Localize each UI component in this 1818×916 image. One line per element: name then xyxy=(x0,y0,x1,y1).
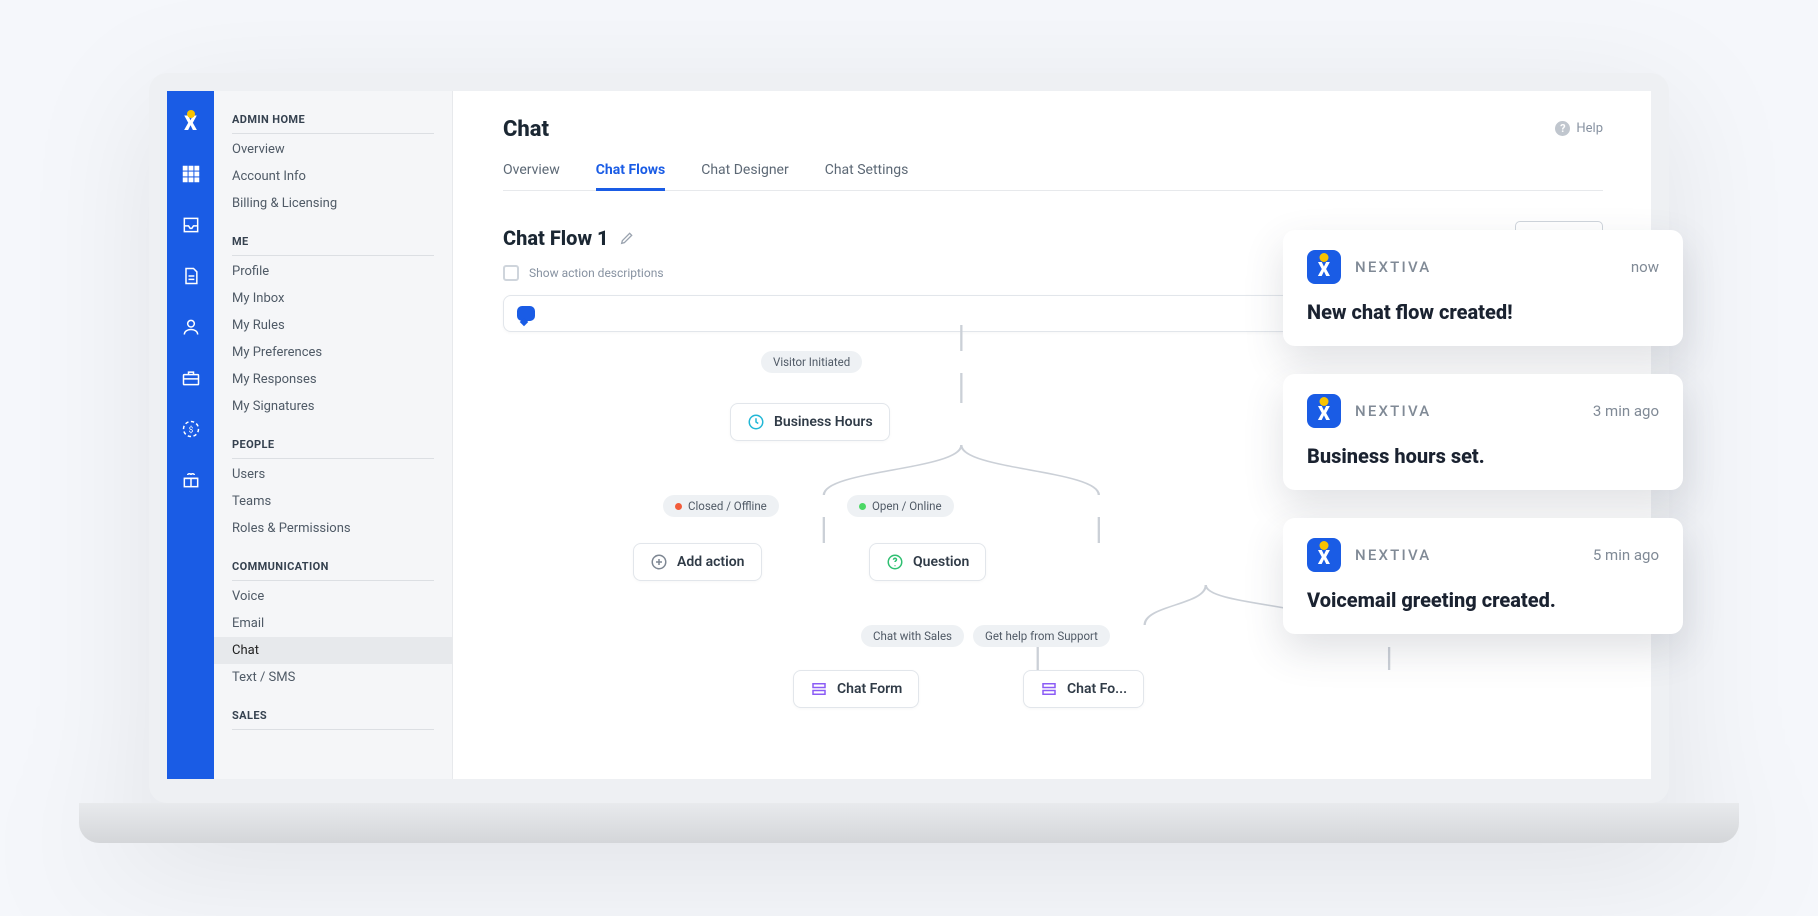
logo-icon[interactable]: X xyxy=(179,111,203,135)
nav-item-email[interactable]: Email xyxy=(232,610,434,637)
nav-heading-communication: COMMUNICATION xyxy=(232,560,434,581)
flow-get-help-pill: Get help from Support xyxy=(973,625,1110,647)
nav-heading-me: ME xyxy=(232,235,434,256)
nav-item-users[interactable]: Users xyxy=(232,461,434,488)
briefcase-icon[interactable] xyxy=(179,366,203,390)
inbox-tray-icon[interactable] xyxy=(179,213,203,237)
notification-logo-icon: X xyxy=(1307,538,1341,572)
flow-chat-form-right-node[interactable]: Chat Fo... xyxy=(1023,670,1144,708)
help-link[interactable]: ? Help xyxy=(1555,121,1603,136)
notification-message: Voicemail greeting created. xyxy=(1307,588,1659,612)
sync-dollar-icon[interactable]: $ xyxy=(179,417,203,441)
nav-heading-admin-home: ADMIN HOME xyxy=(232,113,434,134)
edit-pencil-icon[interactable] xyxy=(619,230,635,246)
person-icon[interactable] xyxy=(179,315,203,339)
tab-chat-settings[interactable]: Chat Settings xyxy=(825,158,909,190)
flow-add-action-node[interactable]: Add action xyxy=(633,543,762,581)
tab-chat-flows[interactable]: Chat Flows xyxy=(596,158,665,190)
notification-card[interactable]: X NEXTIVA 3 min ago Business hours set. xyxy=(1283,374,1683,490)
notification-logo-icon: X xyxy=(1307,250,1341,284)
plus-circle-icon xyxy=(650,553,668,571)
flow-business-hours-node[interactable]: Business Hours xyxy=(730,403,890,441)
page-title: Chat xyxy=(503,117,1603,142)
apps-grid-icon[interactable] xyxy=(179,162,203,186)
tabs: Overview Chat Flows Chat Designer Chat S… xyxy=(503,158,1603,191)
nav-item-overview[interactable]: Overview xyxy=(232,136,434,163)
notification-message: Business hours set. xyxy=(1307,444,1659,468)
notification-time: now xyxy=(1631,258,1659,276)
flow-chat-form-left-node[interactable]: Chat Form xyxy=(793,670,919,708)
question-circle-icon xyxy=(886,553,904,571)
nav-item-text-sms[interactable]: Text / SMS xyxy=(232,664,434,691)
nav-item-roles-permissions[interactable]: Roles & Permissions xyxy=(232,515,434,542)
gift-box-icon[interactable] xyxy=(179,468,203,492)
document-icon[interactable] xyxy=(179,264,203,288)
icon-rail: X $ xyxy=(167,91,214,779)
nav-item-my-signatures[interactable]: My Signatures xyxy=(232,393,434,420)
nav-item-my-responses[interactable]: My Responses xyxy=(232,366,434,393)
notification-from: NEXTIVA xyxy=(1355,546,1431,564)
clock-icon xyxy=(747,413,765,431)
svg-text:$: $ xyxy=(188,424,193,435)
nav-item-voice[interactable]: Voice xyxy=(232,583,434,610)
tab-overview[interactable]: Overview xyxy=(503,158,560,190)
flow-question-node[interactable]: Question xyxy=(869,543,986,581)
notification-logo-icon: X xyxy=(1307,394,1341,428)
flow-closed-offline-pill: Closed / Offline xyxy=(663,495,779,517)
tab-chat-designer[interactable]: Chat Designer xyxy=(701,158,789,190)
notification-time: 5 min ago xyxy=(1593,546,1659,564)
nav-item-chat[interactable]: Chat xyxy=(214,637,452,664)
help-label: Help xyxy=(1576,121,1603,136)
nav-item-account-info[interactable]: Account Info xyxy=(232,163,434,190)
chat-bubble-icon xyxy=(517,306,535,321)
flow-open-online-pill: Open / Online xyxy=(847,495,954,517)
nav-item-profile[interactable]: Profile xyxy=(232,258,434,285)
notification-card[interactable]: X NEXTIVA now New chat flow created! xyxy=(1283,230,1683,346)
notification-from: NEXTIVA xyxy=(1355,402,1431,420)
notification-card[interactable]: X NEXTIVA 5 min ago Voicemail greeting c… xyxy=(1283,518,1683,634)
form-icon xyxy=(810,680,828,698)
notification-time: 3 min ago xyxy=(1593,402,1659,420)
nav-item-my-preferences[interactable]: My Preferences xyxy=(232,339,434,366)
nav-item-my-rules[interactable]: My Rules xyxy=(232,312,434,339)
laptop-base xyxy=(79,803,1739,843)
flow-visitor-initiated-pill: Visitor Initiated xyxy=(761,351,862,373)
nav-heading-sales: SALES xyxy=(232,709,434,730)
help-icon: ? xyxy=(1555,121,1570,136)
nav-heading-people: PEOPLE xyxy=(232,438,434,459)
form-icon xyxy=(1040,680,1058,698)
flow-chat-with-sales-pill: Chat with Sales xyxy=(861,625,964,647)
nav-item-billing-licensing[interactable]: Billing & Licensing xyxy=(232,190,434,217)
nav-item-teams[interactable]: Teams xyxy=(232,488,434,515)
checkbox-icon xyxy=(503,265,519,281)
sidebar: ADMIN HOME Overview Account Info Billing… xyxy=(214,91,453,779)
notifications-stack: X NEXTIVA now New chat flow created! X N… xyxy=(1283,230,1683,634)
show-desc-label: Show action descriptions xyxy=(529,266,664,280)
nav-item-my-inbox[interactable]: My Inbox xyxy=(232,285,434,312)
flow-title: Chat Flow 1 xyxy=(503,226,635,250)
notification-message: New chat flow created! xyxy=(1307,300,1659,324)
notification-from: NEXTIVA xyxy=(1355,258,1431,276)
